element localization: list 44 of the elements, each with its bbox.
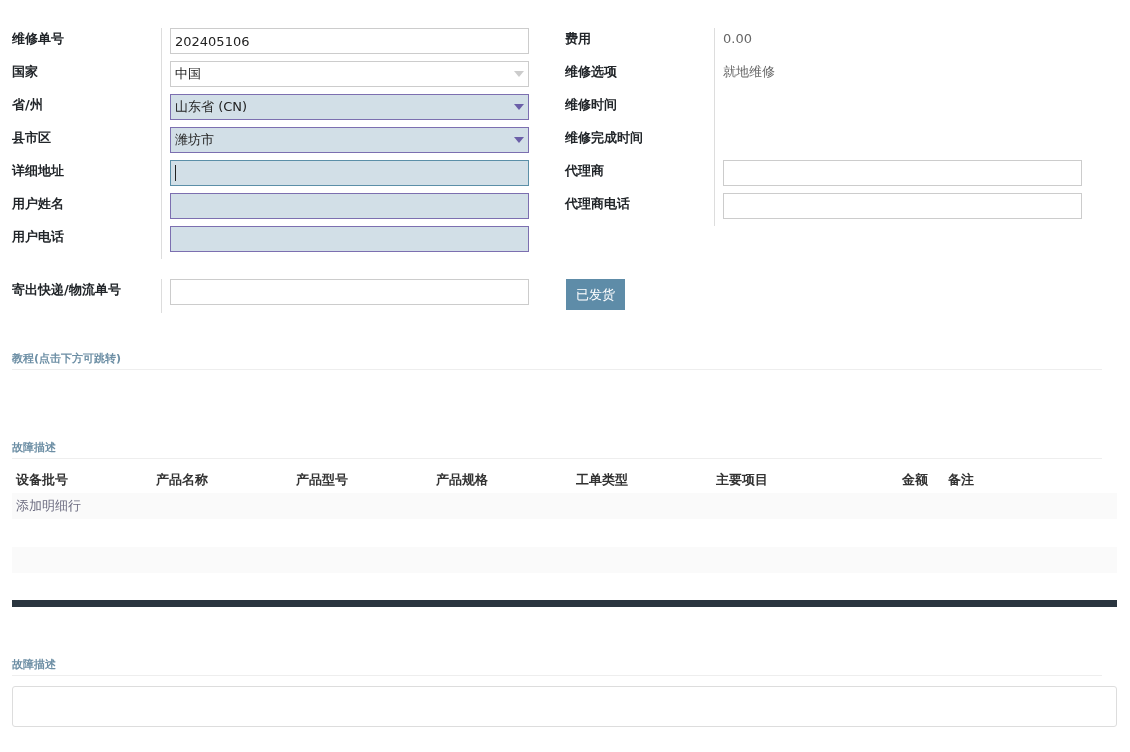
column-header: 备注 xyxy=(948,471,975,489)
column-header: 工单类型 xyxy=(576,471,629,489)
field-label: 维修选项 xyxy=(565,63,618,81)
field-value: 就地维修 xyxy=(723,63,776,81)
add-line-link[interactable]: 添加明细行 xyxy=(16,497,81,515)
select-field[interactable]: 潍坊市 xyxy=(170,127,529,153)
field-label: 用户电话 xyxy=(12,228,65,246)
text-caret xyxy=(175,165,176,182)
column-header: 主要项目 xyxy=(716,471,769,489)
column-header: 产品名称 xyxy=(156,471,209,489)
field-label: 费用 xyxy=(565,30,592,48)
column-header: 设备批号 xyxy=(16,471,69,489)
caret-icon xyxy=(514,137,524,143)
select-field[interactable]: 中国 xyxy=(170,61,529,87)
select-field[interactable]: 山东省 (CN) xyxy=(170,94,529,120)
input-field[interactable] xyxy=(170,193,529,219)
field-label: 国家 xyxy=(12,63,39,81)
field-label: 维修时间 xyxy=(565,96,618,114)
caret-icon xyxy=(514,104,524,110)
input-field[interactable] xyxy=(170,226,529,252)
input-field[interactable] xyxy=(170,160,529,186)
text-area[interactable] xyxy=(12,686,1117,727)
input-field[interactable]: 202405106 xyxy=(170,28,529,54)
column-header: 产品规格 xyxy=(436,471,489,489)
field-label: 代理商 xyxy=(565,162,605,180)
section-title: 故障描述 xyxy=(12,440,1102,459)
section-title: 教程(点击下方可跳转) xyxy=(12,351,1102,370)
field-label: 省/州 xyxy=(12,96,44,114)
field-label: 维修单号 xyxy=(12,30,65,48)
field-label: 维修完成时间 xyxy=(565,129,644,147)
column-header: 产品型号 xyxy=(296,471,349,489)
input-field[interactable] xyxy=(170,279,529,305)
field-label: 详细地址 xyxy=(12,162,65,180)
input-field[interactable] xyxy=(723,193,1082,219)
field-label: 寄出快递/物流单号 xyxy=(12,281,122,299)
field-label: 用户姓名 xyxy=(12,195,65,213)
field-label: 县市区 xyxy=(12,129,52,147)
field-value: 0.00 xyxy=(723,30,753,48)
field-label: 代理商电话 xyxy=(565,195,631,213)
caret-icon xyxy=(514,71,524,77)
input-field[interactable] xyxy=(723,160,1082,186)
column-header: 金额 xyxy=(902,471,929,489)
section-title: 故障描述 xyxy=(12,657,1102,676)
shipped-button[interactable]: 已发货 xyxy=(566,279,625,310)
